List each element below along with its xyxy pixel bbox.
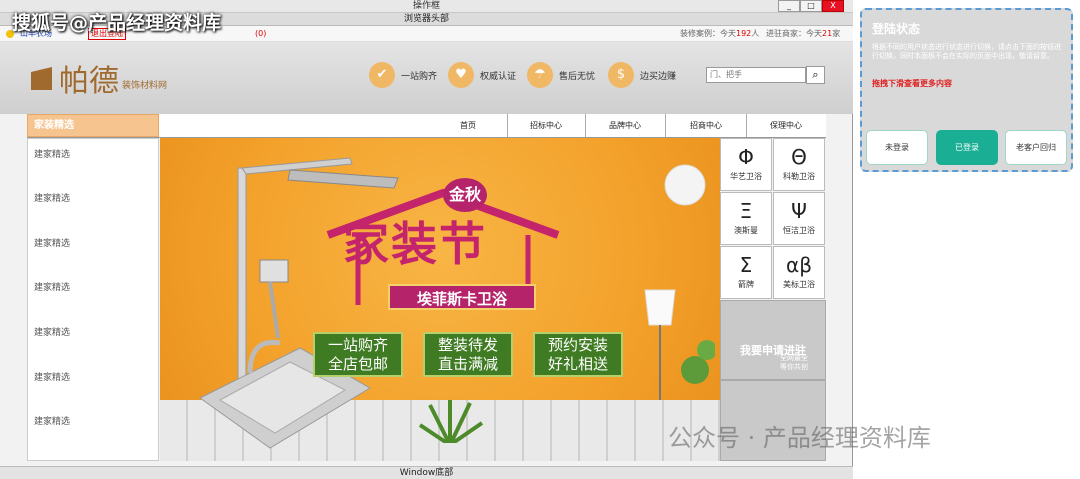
stats-cases-label: 装修案例：今天 (680, 29, 736, 38)
search-input[interactable]: 门、把手 (706, 67, 806, 83)
brand-logo-icon: Φ (738, 145, 754, 169)
apply-subtitle: 全网最全 (780, 354, 808, 362)
feature-aftersale: ☂ 售后无忧 (527, 61, 595, 89)
brand-label: 科勒卫浴 (783, 172, 815, 181)
brand-cell[interactable]: Ψ 恒洁卫浴 (773, 192, 825, 245)
brand-label: 美标卫浴 (783, 280, 815, 289)
feature-certified: ♥ 权威认证 (448, 61, 516, 89)
stats-cases-value: 192 (736, 29, 752, 38)
brand-label: 箭牌 (738, 280, 754, 289)
search-button[interactable]: ⌕ (806, 66, 825, 84)
brand-label: 恒洁卫浴 (783, 226, 815, 235)
promo-line: 整装待发 (437, 336, 498, 354)
brand-cell[interactable]: Ξ 澳斯曼 (720, 192, 772, 245)
stats-merchants: 进驻商家：今天21家 (766, 26, 840, 42)
nav-home[interactable]: 首页 (430, 114, 506, 137)
search-icon: ⌕ (812, 68, 819, 81)
brand-cell[interactable]: Φ 华艺卫浴 (720, 138, 772, 191)
brand-label: 澳斯曼 (734, 226, 758, 235)
returning-user-button[interactable]: 老客户回归 (1005, 130, 1067, 165)
sidebar-item[interactable]: 建家精选 (34, 414, 70, 427)
banner-ribbon: 埃菲斯卡卫浴 (388, 284, 536, 310)
brand-cell[interactable]: Σ 箭牌 (720, 246, 772, 299)
brand-logo-icon: Ψ (791, 199, 807, 223)
sidebar-item[interactable]: 建家精选 (34, 325, 70, 338)
brand-logo-icon: αβ (786, 253, 812, 277)
panel-description: 根据不同的用户状态进行状态进行切换，请点击下面的按钮进行切换，同时本面板不会在实… (872, 43, 1061, 60)
banner-badge: 金秋 (443, 178, 487, 212)
logo-subtitle: 装饰材料网 (122, 81, 168, 91)
brand-logo-icon: Σ (739, 253, 753, 277)
promo-line: 预约安装 (547, 336, 608, 354)
browser-head-label: 浏览器头部 (403, 14, 449, 24)
promo-line: 好礼相送 (547, 355, 608, 373)
nav-factoring[interactable]: 保理中心 (747, 114, 825, 137)
feature-label: 权威认证 (480, 71, 517, 82)
brand-logo-icon: Θ (791, 145, 807, 169)
lamp-plant-decoration (644, 164, 715, 400)
heart-icon: ♥ (448, 62, 474, 88)
apply-entry-card[interactable] (720, 300, 826, 380)
nav-brands[interactable]: 品牌中心 (586, 114, 664, 137)
feature-label: 售后无忧 (559, 71, 596, 82)
window-footer: Window底部 (0, 466, 853, 479)
brand-cell[interactable]: Θ 科勒卫浴 (773, 138, 825, 191)
footer-label: Window底部 (399, 468, 454, 478)
watermark-bottom: 公众号 · 产品经理资料库 (668, 424, 931, 452)
banner-title: 家装节 (343, 217, 487, 271)
minimize-button[interactable]: _ (778, 0, 800, 12)
umbrella-icon: ☂ (527, 62, 553, 88)
brand-cell[interactable]: αβ 美标卫浴 (773, 246, 825, 299)
promo-card[interactable]: 预约安装 好礼相送 (533, 332, 623, 377)
stats-merchants-label: 进驻商家：今天 (766, 29, 822, 38)
maximize-button[interactable]: □ (800, 0, 822, 12)
stats-merchants-value: 21 (822, 29, 833, 38)
sidebar-item[interactable]: 建家精选 (34, 236, 70, 249)
sidebar-item[interactable]: 建家精选 (34, 191, 70, 204)
panel-title: 登陆状态 (872, 22, 921, 36)
window-title: 操作框 (412, 1, 440, 11)
sidebar-item[interactable]: 建家精选 (34, 280, 70, 293)
stats-merchants-unit: 家 (832, 29, 841, 38)
apply-subtitle: 等你共创 (780, 363, 808, 371)
feature-one-stop: ✔ 一站购齐 (369, 61, 437, 89)
logo-name[interactable]: 帕德 (59, 56, 119, 100)
logged-in-button[interactable]: 已登录 (936, 130, 998, 165)
logged-out-button[interactable]: 未登录 (866, 130, 928, 165)
stats-cases: 装修案例：今天192人 (680, 26, 759, 42)
feature-label: 边买边赚 (640, 71, 677, 82)
watermark-top: 搜狐号@产品经理资料库 (12, 12, 222, 34)
promo-line: 直击满减 (437, 355, 498, 373)
nav-bidding[interactable]: 招标中心 (508, 114, 584, 137)
stats-cases-unit: 人 (751, 29, 760, 38)
potted-plant-decoration (418, 400, 484, 457)
sidebar-item[interactable]: 建家精选 (34, 147, 70, 160)
nav-investment[interactable]: 招商中心 (666, 114, 746, 137)
window-controls: _ □ X (778, 0, 844, 13)
brand-label: 华艺卫浴 (730, 172, 762, 181)
close-button[interactable]: X (822, 0, 844, 12)
logo-icon (31, 67, 52, 90)
category-sidebar (27, 138, 159, 461)
check-icon: ✔ (369, 62, 395, 88)
promo-card[interactable]: 一站购齐 全店包邮 (313, 332, 403, 377)
brand-logo-icon: Ξ (739, 199, 753, 223)
panel-hint: 拖拽下滑查看更多内容 (872, 79, 952, 88)
cart-count[interactable]: (0) (255, 26, 266, 42)
promo-line: 一站购齐 (327, 336, 388, 354)
sidebar-item[interactable]: 建家精选 (34, 370, 70, 383)
promo-card[interactable]: 整装待发 直击满减 (423, 332, 513, 377)
feature-earn: $ 边买边赚 (608, 61, 676, 89)
category-menu[interactable]: 家装精选 (27, 114, 159, 137)
feature-label: 一站购齐 (401, 71, 438, 82)
promo-line: 全店包邮 (327, 355, 388, 373)
dollar-icon: $ (608, 62, 634, 88)
